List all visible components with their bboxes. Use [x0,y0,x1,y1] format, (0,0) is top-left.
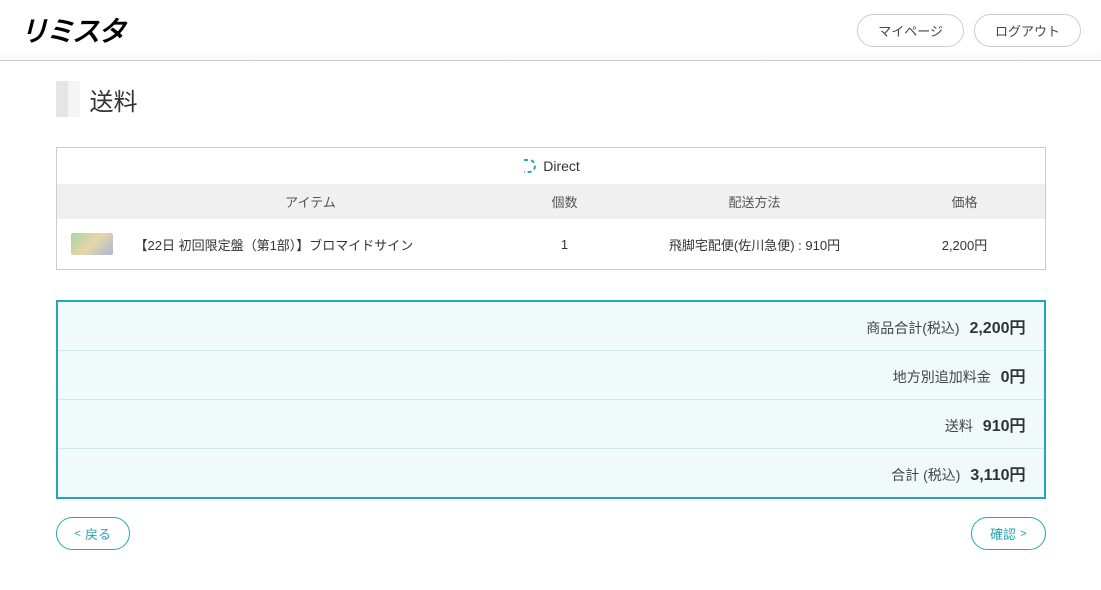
back-button[interactable]: < 戻る [56,517,130,550]
logout-button[interactable]: ログアウト [974,14,1081,47]
mypage-button[interactable]: マイページ [857,14,964,47]
surcharge-value: 0円 [1001,369,1026,386]
item-shipping: 飛脚宅配便(佐川急便) : 910円 [625,235,885,254]
confirm-button[interactable]: 確認 > [971,517,1045,550]
surcharge-label: 地方別追加料金 [893,369,991,385]
page-title: 送料 [90,82,138,117]
item-thumbnail [71,233,113,255]
header-buttons: マイページ ログアウト [857,14,1081,47]
direct-row: Direct [57,148,1045,184]
chevron-right-icon: > [1020,528,1026,540]
col-price: 価格 [885,192,1045,211]
confirm-label: 確認 [990,524,1016,543]
chevron-left-icon: < [75,528,81,540]
table-row: 【22日 初回限定盤（第1部）】ブロマイドサイン 1 飛脚宅配便(佐川急便) :… [57,219,1045,269]
shipping-label: 送料 [945,418,973,434]
summary-subtotal: 商品合計(税込) 2,200円 [58,302,1044,351]
item-qty: 1 [505,237,625,252]
item-name: 【22日 初回限定盤（第1部）】ブロマイドサイン [117,235,505,254]
back-label: 戻る [85,524,111,543]
header: リミスタ マイページ ログアウト [0,0,1101,61]
subtotal-label: 商品合計(税込) [866,320,959,336]
direct-label: Direct [543,158,580,174]
col-item: アイテム [117,192,505,211]
summary-box: 商品合計(税込) 2,200円 地方別追加料金 0円 送料 910円 合計 (税… [56,300,1046,499]
item-price: 2,200円 [885,235,1045,254]
shipping-value: 910円 [983,418,1026,435]
footer-buttons: < 戻る 確認 > [56,517,1046,550]
subtotal-value: 2,200円 [969,320,1025,337]
page-title-row: 送料 [56,81,1046,117]
total-value: 3,110円 [970,467,1025,484]
main-container: 送料 Direct アイテム 個数 配送方法 価格 【22日 初回限定盤（第1部… [46,61,1056,590]
direct-icon [521,158,537,174]
items-box: Direct アイテム 個数 配送方法 価格 【22日 初回限定盤（第1部）】ブ… [56,147,1046,270]
summary-total: 合計 (税込) 3,110円 [58,449,1044,497]
col-qty: 個数 [505,192,625,211]
total-label: 合計 (税込) [891,467,960,483]
col-ship: 配送方法 [625,192,885,211]
table-header: アイテム 個数 配送方法 価格 [57,184,1045,219]
title-marker-icon [56,81,80,117]
summary-surcharge: 地方別追加料金 0円 [58,351,1044,400]
summary-shipping: 送料 910円 [58,400,1044,449]
logo: リミスタ [20,10,124,50]
